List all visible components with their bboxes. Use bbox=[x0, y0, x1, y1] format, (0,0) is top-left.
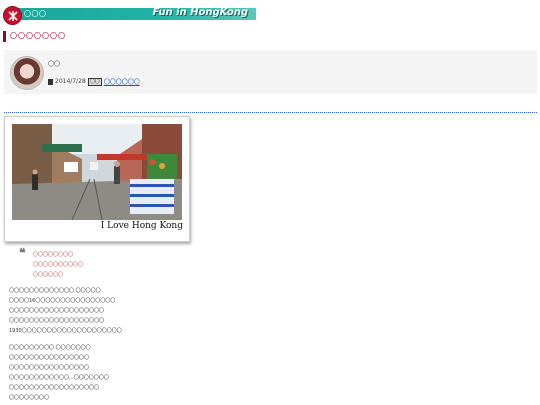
banner-title[interactable]: Fun in HongKong bbox=[153, 7, 249, 18]
tag-link[interactable]: 〇〇〇〇〇〇 bbox=[104, 77, 140, 86]
body-line: 〇〇〇〇〇〇〇〇〇〇〇〇...〇〇〇〇〇〇〇 bbox=[9, 375, 109, 381]
banner-tag: 〇〇〇 bbox=[24, 10, 47, 18]
body-line: 〇〇〇〇〇〇〇〇〇〇〇〇〇〇〇〇〇〇 bbox=[9, 385, 100, 391]
quote-block: 〇〇〇〇〇〇〇〇 〇〇〇〇〇〇〇〇〇〇 〇〇〇〇〇〇 bbox=[33, 250, 83, 280]
post-meta: 2014/7/28 〇〇 〇〇〇〇〇〇 bbox=[48, 77, 140, 86]
post-date: 2014/7/28 bbox=[55, 78, 86, 85]
tag-icon: 〇〇 bbox=[87, 77, 102, 86]
site-banner[interactable]: 〇〇〇 Fun in HongKong bbox=[3, 6, 256, 25]
body-line: 〇〇〇〇〇〇〇〇〇〇〇〇〇〇〇〇〇〇〇 bbox=[9, 318, 105, 324]
body-line: 〇〇〇〇〇〇〇〇〇 〇〇〇〇〇〇〇 bbox=[9, 345, 91, 351]
author-name[interactable]: 〇〇 bbox=[48, 59, 60, 68]
body-line: 〇〇〇〇〇〇〇〇〇〇〇〇〇 〇〇〇〇〇 bbox=[9, 288, 101, 294]
body-paragraph-1: 〇〇〇〇〇〇〇〇〇〇〇〇〇 〇〇〇〇〇 〇〇〇〇16〇〇〇〇〇〇〇〇〇〇〇〇〇〇… bbox=[9, 286, 122, 336]
quote-line: 〇〇〇〇〇〇〇〇 bbox=[33, 252, 74, 258]
street-photo-image bbox=[12, 124, 182, 220]
page-title: 〇〇〇〇〇〇〇 bbox=[3, 31, 66, 42]
mtr-logo-glyph bbox=[7, 10, 18, 21]
street-photo[interactable] bbox=[12, 124, 182, 220]
author-card: 〇〇 2014/7/28 〇〇 〇〇〇〇〇〇 bbox=[4, 50, 537, 94]
mtr-logo-icon[interactable] bbox=[3, 6, 22, 25]
avatar[interactable] bbox=[10, 56, 44, 90]
body-line: 〇〇〇〇〇〇〇〇〇〇〇〇〇〇〇〇〇〇〇 bbox=[9, 308, 105, 314]
photo-caption: I Love Hong Kong bbox=[100, 221, 183, 231]
calendar-icon bbox=[48, 78, 53, 85]
quote-icon: ❝ bbox=[19, 246, 26, 260]
body-line: 〇〇〇〇〇〇〇〇〇〇〇〇〇〇〇〇 bbox=[9, 365, 90, 371]
photo-card: I Love Hong Kong bbox=[4, 116, 190, 242]
body-line: 〇〇〇〇〇〇〇〇 bbox=[9, 395, 50, 401]
body-paragraph-2: 〇〇〇〇〇〇〇〇〇 〇〇〇〇〇〇〇 〇〇〇〇〇〇〇〇〇〇〇〇〇〇〇〇 〇〇〇〇〇… bbox=[9, 343, 109, 403]
body-line: 〇〇〇〇〇〇〇〇〇〇〇〇〇〇〇〇 bbox=[9, 355, 90, 361]
body-line: 〇〇〇〇16〇〇〇〇〇〇〇〇〇〇〇〇〇〇〇〇 bbox=[9, 298, 116, 304]
body-line: 1930〇〇〇〇〇〇〇〇〇〇〇〇〇〇〇〇〇〇〇〇 bbox=[9, 328, 122, 334]
quote-line: 〇〇〇〇〇〇 bbox=[33, 272, 64, 278]
quote-line: 〇〇〇〇〇〇〇〇〇〇 bbox=[33, 262, 84, 268]
divider bbox=[4, 112, 537, 113]
